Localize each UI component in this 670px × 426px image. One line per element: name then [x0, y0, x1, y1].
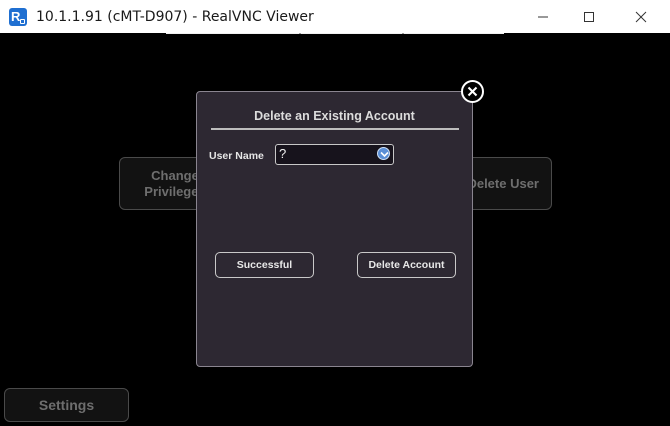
maximize-icon — [584, 12, 594, 22]
delete-account-button[interactable]: Delete Account — [357, 252, 456, 278]
minimize-button[interactable] — [520, 0, 566, 33]
successful-label: Successful — [236, 259, 293, 271]
minimize-icon — [538, 16, 548, 18]
dialog-divider — [211, 128, 459, 130]
delete-account-dialog: Delete an Existing Account User Name ? S… — [196, 91, 473, 367]
app-icon-letter: R — [11, 9, 21, 24]
dialog-title: Delete an Existing Account — [254, 109, 415, 123]
remote-screen[interactable]: Change Privileges Delete User Settings D… — [0, 34, 670, 426]
close-circle-icon — [467, 86, 478, 97]
close-button[interactable] — [618, 0, 664, 33]
window-titlebar[interactable]: R 10.1.1.91 (cMT-D907) - RealVNC Viewer — [0, 0, 670, 33]
maximize-button[interactable] — [566, 0, 612, 33]
window-title: 10.1.1.91 (cMT-D907) - RealVNC Viewer — [36, 9, 314, 25]
dialog-close-button[interactable] — [461, 80, 484, 103]
successful-button[interactable]: Successful — [215, 252, 314, 278]
chevron-down-glyph — [380, 151, 389, 158]
app-icon-mark — [20, 19, 25, 24]
settings-label: Settings — [38, 397, 95, 413]
user-name-dropdown[interactable]: ? — [275, 144, 394, 165]
chevron-down-icon[interactable] — [377, 147, 390, 160]
user-name-label: User Name — [209, 150, 264, 162]
delete-user-label: Delete User — [467, 176, 539, 191]
realvnc-icon: R — [9, 8, 27, 26]
settings-button[interactable]: Settings — [4, 388, 129, 422]
delete-account-label: Delete Account — [368, 259, 445, 271]
user-name-value: ? — [279, 146, 287, 161]
close-icon — [635, 11, 647, 23]
